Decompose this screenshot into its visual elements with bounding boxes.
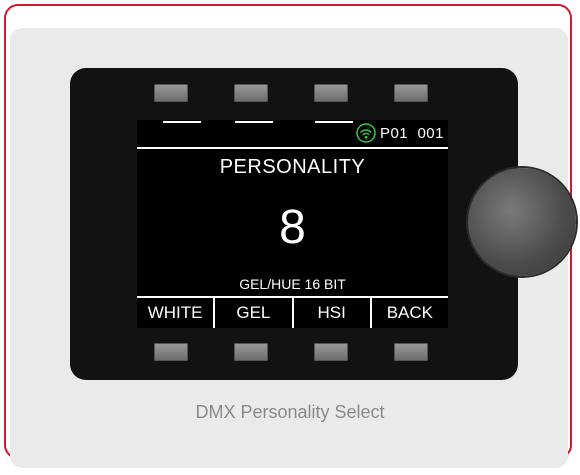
softkey-hsi[interactable]: HSI [294, 298, 372, 328]
softkey-labels: WHITE GEL HSI BACK [137, 298, 448, 328]
bottom-button-3[interactable] [314, 343, 348, 361]
softkey-indicator-2 [235, 121, 273, 123]
menu-title: PERSONALITY [219, 156, 366, 178]
dmx-address-readout: P01 001 [379, 124, 444, 142]
softkey-back[interactable]: BACK [372, 298, 448, 328]
softkey-indicator-1 [163, 121, 201, 123]
bottom-button-1[interactable] [154, 343, 188, 361]
bottom-button-2[interactable] [234, 343, 268, 361]
figure-caption: DMX Personality Select [195, 402, 385, 422]
top-button-3[interactable] [314, 84, 348, 102]
top-button-2[interactable] [234, 84, 268, 102]
top-button-1[interactable] [154, 84, 188, 102]
top-button-4[interactable] [394, 84, 428, 102]
personality-description: GEL/HUE 16 BIT [239, 276, 346, 292]
status-bar: P01 001 [356, 123, 444, 143]
lcd-screen: P01 001 PERSONALITY 8 GEL/HUE 16 BIT WHI… [137, 120, 448, 328]
bottom-button-4[interactable] [394, 343, 428, 361]
wifi-icon [356, 123, 376, 143]
softkey-white[interactable]: WHITE [137, 298, 216, 328]
divider-top [137, 147, 448, 149]
softkey-gel[interactable]: GEL [215, 298, 294, 328]
softkey-indicator-3 [315, 121, 353, 123]
control-knob[interactable] [468, 168, 576, 276]
personality-value: 8 [279, 201, 306, 254]
